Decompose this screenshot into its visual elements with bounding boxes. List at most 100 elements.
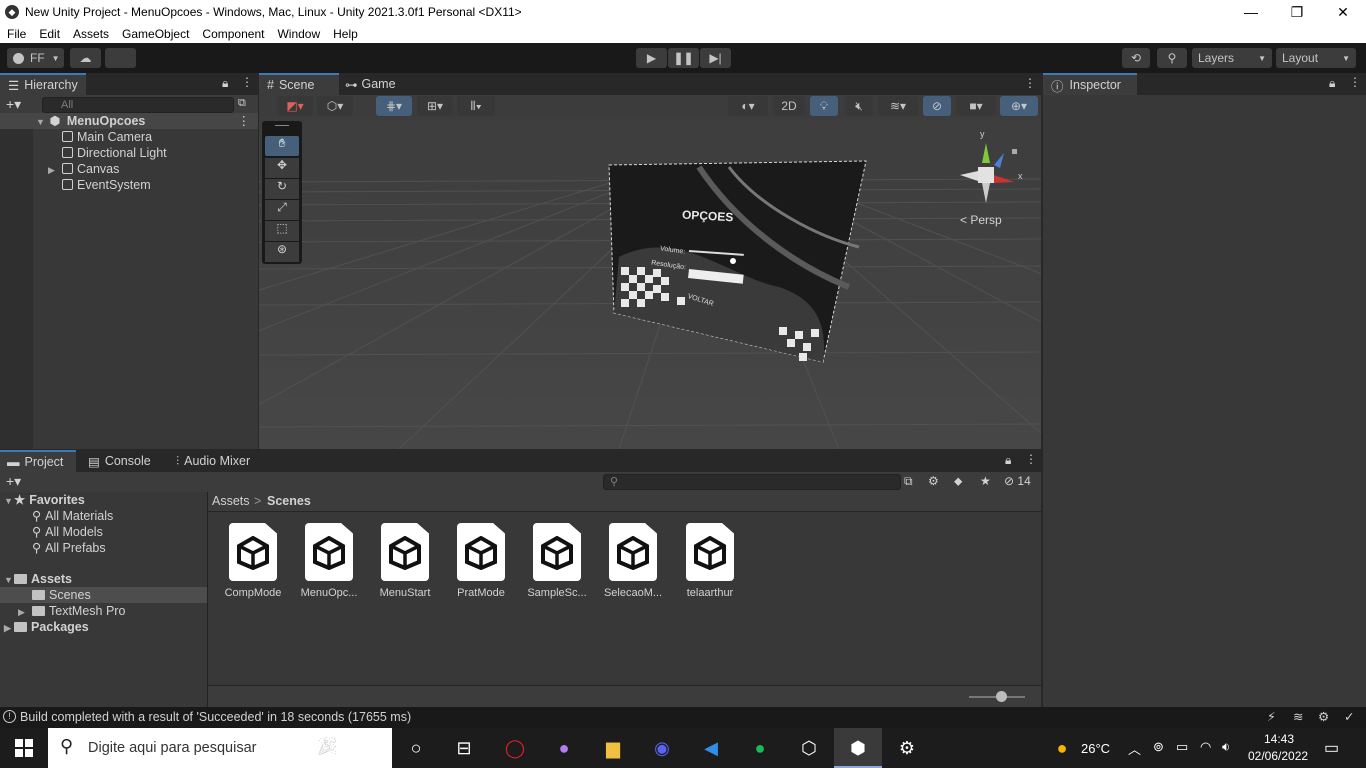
cloud-button[interactable]: ☁ xyxy=(70,48,101,68)
draw-settings-dropdown[interactable]: ◐▾ xyxy=(728,96,768,116)
favorite-star-icon[interactable]: ★ xyxy=(980,474,991,488)
asset-scene-file[interactable]: MenuStart xyxy=(373,523,437,599)
unity-hub-icon[interactable]: ⬡ xyxy=(797,736,821,760)
menu-window[interactable]: Window xyxy=(270,27,326,41)
menu-help[interactable]: Help xyxy=(326,27,364,41)
discord-icon[interactable]: ◉ xyxy=(650,736,674,760)
unity-editor-taskbar-button[interactable]: ⬢ xyxy=(834,728,882,768)
network-icon[interactable]: ⚡︎ xyxy=(1267,709,1276,724)
audio-toggle[interactable]: 🔇︎ xyxy=(845,96,873,116)
search-button[interactable]: ⚲ xyxy=(1157,48,1187,68)
more-icon[interactable]: ⋮ xyxy=(1349,75,1361,89)
account-dropdown[interactable]: FF ▼ xyxy=(7,48,64,68)
hierarchy-item-canvas[interactable]: ▶ Canvas xyxy=(48,161,119,177)
transform-tool-button[interactable]: ⊛ xyxy=(265,242,299,262)
move-tool-button[interactable]: ✥ xyxy=(265,158,299,178)
shading-dropdown[interactable]: ⬡▾ xyxy=(317,96,353,116)
wifi-icon[interactable]: ◠ xyxy=(1200,739,1211,755)
opera-icon[interactable]: ◯ xyxy=(503,736,527,760)
more-icon[interactable]: ⋮ xyxy=(1024,76,1036,90)
hierarchy-search-input[interactable]: All xyxy=(42,97,234,113)
scene-row[interactable]: ▼ ⬢ MenuOpcoes ⋮ xyxy=(0,113,258,129)
draw-mode-dropdown[interactable]: ◩▾ xyxy=(277,96,313,116)
clock-date[interactable]: 02/06/2022 xyxy=(1248,749,1308,763)
history-button[interactable]: ⟲ xyxy=(1122,48,1150,68)
perspective-label[interactable]: < Persp xyxy=(960,213,1002,227)
effects-dropdown[interactable]: ≋▾ xyxy=(878,96,918,116)
hierarchy-item-eventsystem[interactable]: EventSystem xyxy=(62,177,151,193)
tab-scene[interactable]: # Scene xyxy=(259,73,339,95)
tab-audio-mixer[interactable]: ⫶ Audio Mixer xyxy=(176,450,276,472)
asset-scene-file[interactable]: MenuOpc... xyxy=(297,523,361,599)
add-icon[interactable]: +▾ xyxy=(6,473,21,490)
search-by-type-icon[interactable]: ⧉ xyxy=(904,474,913,489)
vscode-icon[interactable]: ◀ xyxy=(699,736,723,760)
packages-row[interactable]: ▶ Packages xyxy=(4,619,89,635)
gizmos-dropdown[interactable]: ⊕▾ xyxy=(1000,96,1038,116)
drag-handle-icon[interactable] xyxy=(275,125,289,126)
webcam-icon[interactable]: ⊚ xyxy=(1153,739,1164,755)
breadcrumb-scenes[interactable]: Scenes xyxy=(267,494,311,508)
play-button[interactable]: ▶ xyxy=(636,48,667,68)
asset-scene-file[interactable]: PratMode xyxy=(449,523,513,599)
orientation-gizmo[interactable]: y x xyxy=(956,127,1026,205)
debug-icon[interactable]: ⚙ xyxy=(1318,709,1329,724)
camera-dropdown[interactable]: ■▾ xyxy=(956,96,996,116)
hand-tool-button[interactable]: ✋︎ xyxy=(265,136,299,156)
2d-toggle[interactable]: 2D xyxy=(773,96,805,116)
status-message[interactable]: Build completed with a result of 'Succee… xyxy=(20,710,411,724)
lighting-toggle[interactable]: 💡︎ xyxy=(810,96,838,116)
battery-icon[interactable]: ▭ xyxy=(1176,739,1188,755)
more-icon[interactable]: ⋮ xyxy=(238,113,251,129)
windows-start-icon[interactable] xyxy=(12,736,36,760)
lock-icon[interactable]: 🔒︎ xyxy=(1005,453,1011,468)
favorites-row[interactable]: ▼★ Favorites xyxy=(4,492,85,508)
increment-snap-dropdown[interactable]: ⊞▾ xyxy=(417,96,453,116)
close-button[interactable]: ✕ xyxy=(1320,0,1366,24)
github-icon[interactable]: ● xyxy=(552,736,576,760)
grid-visibility-dropdown[interactable]: ⦀▾ xyxy=(457,96,495,116)
cache-server-icon[interactable]: ≋ xyxy=(1293,709,1303,724)
asset-scene-file[interactable]: SelecaoM... xyxy=(601,523,665,599)
lock-icon[interactable]: 🔒︎ xyxy=(1329,76,1335,91)
settings-gear-icon[interactable]: ⚙ xyxy=(895,736,919,760)
rotate-tool-button[interactable]: ↻ xyxy=(265,179,299,199)
search-by-type-icon[interactable]: ⧉ xyxy=(238,97,246,110)
label-tag-icon[interactable]: ⬥ xyxy=(954,474,962,489)
layers-dropdown[interactable]: Layers ▼ xyxy=(1192,48,1272,68)
favorite-all-models[interactable]: ⚲ All Models xyxy=(32,524,103,540)
menu-gameobject[interactable]: GameObject xyxy=(115,27,195,41)
tab-hierarchy[interactable]: ☰ Hierarchy xyxy=(0,73,86,95)
project-search-input[interactable]: ⚲ xyxy=(603,474,901,490)
taskbar-search-input[interactable]: ⚲ Digite aqui para pesquisar 🎉︎ xyxy=(48,728,392,768)
lock-icon[interactable]: 🔒︎ xyxy=(222,76,228,91)
minimize-button[interactable]: — xyxy=(1228,0,1274,24)
hierarchy-item-directional-light[interactable]: Directional Light xyxy=(62,145,167,161)
file-explorer-icon[interactable]: ▆ xyxy=(601,736,625,760)
tab-console[interactable]: ▤ Console xyxy=(88,450,168,472)
step-button[interactable]: ▶| xyxy=(700,48,731,68)
layout-dropdown[interactable]: Layout ▼ xyxy=(1276,48,1356,68)
notifications-icon[interactable]: ▭ xyxy=(1324,738,1339,758)
asset-scene-file[interactable]: SampleSc... xyxy=(525,523,589,599)
tab-project[interactable]: ▬ Project xyxy=(0,450,76,472)
menu-component[interactable]: Component xyxy=(195,27,270,41)
temperature[interactable]: 26°C xyxy=(1081,741,1110,756)
icon-size-slider-handle[interactable] xyxy=(996,691,1007,702)
scene-viewport[interactable]: OPÇOES Volume: Resolução: VOLTAR ✋︎ ✥ ↻ … xyxy=(259,117,1041,449)
menu-edit[interactable]: Edit xyxy=(32,27,66,41)
favorite-all-materials[interactable]: ⚲ All Materials xyxy=(32,508,113,524)
volume-icon[interactable]: 🔉︎ xyxy=(1222,739,1230,755)
clock-time[interactable]: 14:43 xyxy=(1264,732,1294,746)
filter-type-icon[interactable]: ⚙ xyxy=(928,474,939,488)
more-icon[interactable]: ⋮ xyxy=(241,75,253,89)
check-icon[interactable]: ✓ xyxy=(1344,709,1354,724)
pause-button[interactable]: ❚❚ xyxy=(668,48,699,68)
hierarchy-item-main-camera[interactable]: Main Camera xyxy=(62,129,152,145)
asset-scene-file[interactable]: CompMode xyxy=(221,523,285,599)
grid-snap-toggle[interactable]: ⋕▾ xyxy=(376,96,412,116)
assets-row[interactable]: ▼ Assets xyxy=(4,571,72,587)
tab-inspector[interactable]: ⓘ Inspector xyxy=(1043,73,1137,95)
hidden-packages-toggle[interactable]: ⊘ 14 xyxy=(1004,474,1031,488)
maximize-button[interactable]: ❐ xyxy=(1274,0,1320,24)
